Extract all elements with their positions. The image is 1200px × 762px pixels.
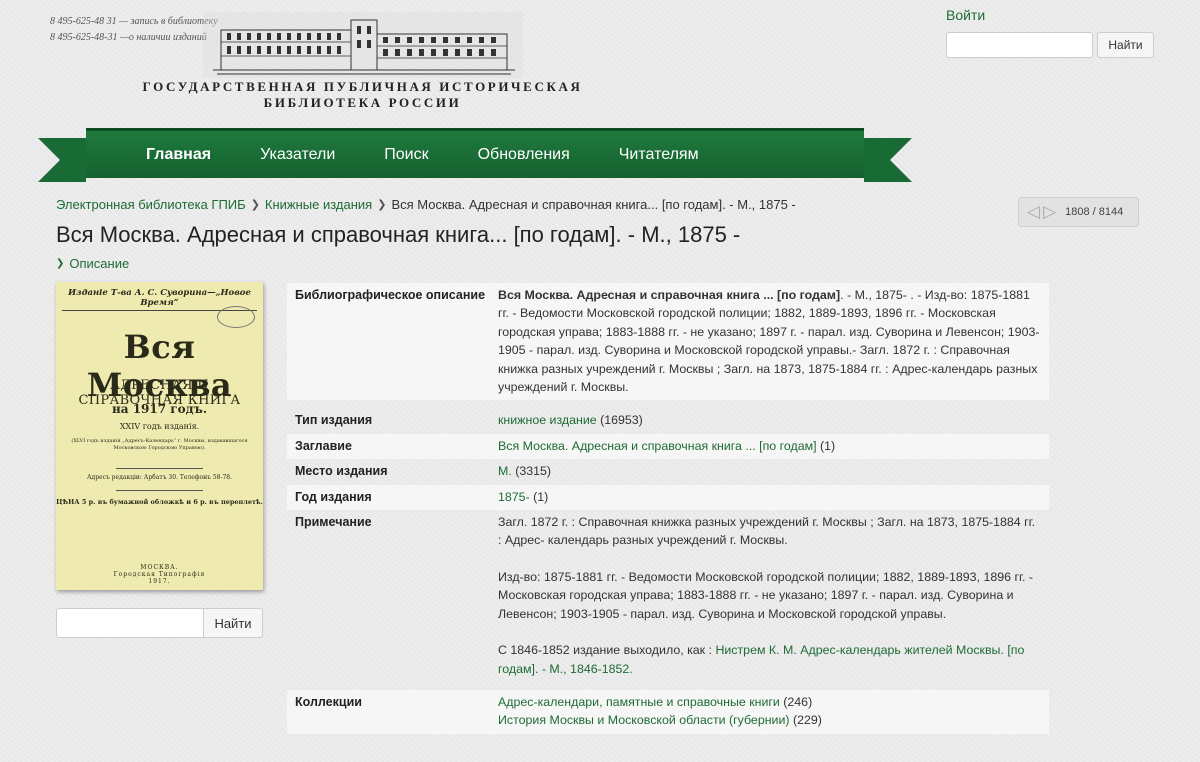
field-label: Место издания bbox=[295, 464, 388, 479]
logo-text-line2: БИБЛИОТЕКА РОССИИ bbox=[263, 95, 462, 110]
field-value: Вся Москва. Адресная и справочная книга … bbox=[498, 438, 836, 453]
cover-divider bbox=[116, 468, 203, 469]
prev-arrow-icon[interactable]: ◁ bbox=[1027, 203, 1040, 220]
field-value: М. (3315) bbox=[498, 464, 552, 479]
cover-address: Адресъ редакціи: Арбатъ 30. Телефонъ 58-… bbox=[86, 474, 233, 481]
sidebar-search-input[interactable] bbox=[56, 608, 204, 638]
note-paragraph: Загл. 1872 г. : Справочная книжка разных… bbox=[498, 515, 1036, 548]
record-row-bibliographic: Библиографическое описание Вся Москва. А… bbox=[287, 283, 1049, 401]
field-value: 1875- (1) bbox=[498, 489, 549, 504]
header-search-input[interactable] bbox=[946, 32, 1093, 58]
field-value: книжное издание (16953) bbox=[498, 413, 643, 428]
title-link[interactable]: Вся Москва. Адресная и справочная книга … bbox=[498, 439, 817, 453]
year-link[interactable]: 1875- bbox=[498, 490, 530, 504]
breadcrumb-item-current: Вся Москва. Адресная и справочная книга.… bbox=[391, 197, 796, 212]
record-row-year: Год издания 1875- (1) bbox=[287, 484, 1049, 511]
main-nav: Главная Указатели Поиск Обновления Читат… bbox=[86, 128, 864, 178]
book-cover-image[interactable]: Изданіе Т-ва А. С. Суворина—„Новое Время… bbox=[56, 282, 263, 590]
field-value: Загл. 1872 г. : Справочная книжка разных… bbox=[498, 513, 1041, 678]
chevron-right-icon: ❯ bbox=[377, 199, 387, 211]
field-label: Коллекции bbox=[295, 694, 362, 709]
field-label: Библиографическое описание bbox=[295, 288, 486, 302]
nav-item-readers[interactable]: Читателям bbox=[619, 146, 699, 164]
type-link[interactable]: книжное издание bbox=[498, 413, 597, 427]
field-value: Адрес-календари, памятные и справочные к… bbox=[498, 693, 1041, 730]
page-title: Вся Москва. Адресная и справочная книга.… bbox=[56, 222, 741, 247]
ribbon-right-end bbox=[864, 138, 912, 182]
cover-imprint: МОСКВА. Городская Типографія 1917. bbox=[113, 564, 206, 585]
logo-text-line1: ГОСУДАРСТВЕННАЯ ПУБЛИЧНАЯ ИСТОРИЧЕСКАЯ bbox=[142, 79, 583, 94]
breadcrumb: Электронная библиотека ГПИБ ❯ Книжные из… bbox=[56, 197, 796, 212]
collection-item: Адрес-календари, памятные и справочные к… bbox=[498, 694, 813, 709]
sidebar-search: Найти bbox=[56, 608, 263, 638]
record-row-notes: Примечание Загл. 1872 г. : Справочная кн… bbox=[287, 510, 1049, 682]
record-pager: ◁ ▷ 1808 / 8144 bbox=[1018, 197, 1139, 227]
sidebar-search-button[interactable]: Найти bbox=[204, 608, 263, 638]
library-logo[interactable]: ГОСУДАРСТВЕННАЯ ПУБЛИЧНАЯ ИСТОРИЧЕСКАЯ Б… bbox=[140, 12, 585, 110]
login-link[interactable]: Войти bbox=[946, 7, 985, 23]
nav-item-home[interactable]: Главная bbox=[146, 146, 211, 164]
field-value: Вся Москва. Адресная и справочная книга … bbox=[498, 288, 1040, 395]
field-label: Примечание bbox=[295, 515, 372, 530]
library-building-icon bbox=[202, 12, 523, 78]
nav-item-updates[interactable]: Обновления bbox=[478, 146, 570, 164]
note-paragraph: С 1846-1852 издание выходило, как : Нист… bbox=[498, 643, 1025, 676]
header-search: Найти bbox=[946, 32, 1154, 58]
cover-edition: XXIV годъ изданія. bbox=[119, 422, 200, 431]
field-label: Тип издания bbox=[295, 413, 373, 428]
pager-count: 1808 / 8144 bbox=[1065, 206, 1124, 218]
header-search-button[interactable]: Найти bbox=[1097, 32, 1154, 58]
nav-item-search[interactable]: Поиск bbox=[384, 146, 428, 164]
cover-year: на 1917 годъ. bbox=[111, 402, 208, 416]
field-label: Заглавие bbox=[295, 438, 352, 453]
description-toggle[interactable]: ❯ Описание bbox=[56, 256, 129, 271]
breadcrumb-item-library[interactable]: Электронная библиотека ГПИБ bbox=[56, 197, 246, 212]
description-toggle-label: Описание bbox=[69, 256, 130, 271]
collection-item: История Москвы и Московской области (губ… bbox=[498, 713, 822, 728]
collection-link[interactable]: История Москвы и Московской области (губ… bbox=[498, 713, 790, 727]
record-row-type: Тип издания книжное издание (16953) bbox=[287, 408, 1049, 433]
breadcrumb-item-books[interactable]: Книжные издания bbox=[265, 197, 372, 212]
cover-divider bbox=[116, 490, 203, 491]
record-row-place: Место издания М. (3315) bbox=[287, 459, 1049, 484]
chevron-down-icon: ❯ bbox=[56, 258, 65, 269]
collection-link[interactable]: Адрес-календари, памятные и справочные к… bbox=[498, 695, 780, 709]
record-row-title: Заглавие Вся Москва. Адресная и справочн… bbox=[287, 433, 1049, 460]
record-row-collections: Коллекции Адрес-календари, памятные и сп… bbox=[287, 689, 1049, 734]
library-stamp-icon bbox=[217, 306, 255, 328]
record-details: Библиографическое описание Вся Москва. А… bbox=[287, 283, 1049, 734]
cover-price: ЦѢНА 5 р. въ бумажной обложкѣ и 6 р. въ … bbox=[56, 498, 263, 506]
nav-item-indexes[interactable]: Указатели bbox=[260, 146, 335, 164]
ribbon-left-end bbox=[38, 138, 86, 182]
field-label: Год издания bbox=[295, 489, 372, 504]
note-paragraph: Изд-во: 1875-1881 гг. - Ведомости Москов… bbox=[498, 569, 1033, 621]
place-link[interactable]: М. bbox=[498, 464, 512, 478]
main-nav-ribbon: Главная Указатели Поиск Обновления Читат… bbox=[38, 128, 912, 182]
chevron-right-icon: ❯ bbox=[250, 199, 260, 211]
cover-note: (XLVI годъ изданія „Адресъ-Календарь“ г.… bbox=[71, 438, 248, 451]
next-arrow-icon[interactable]: ▷ bbox=[1043, 203, 1056, 220]
